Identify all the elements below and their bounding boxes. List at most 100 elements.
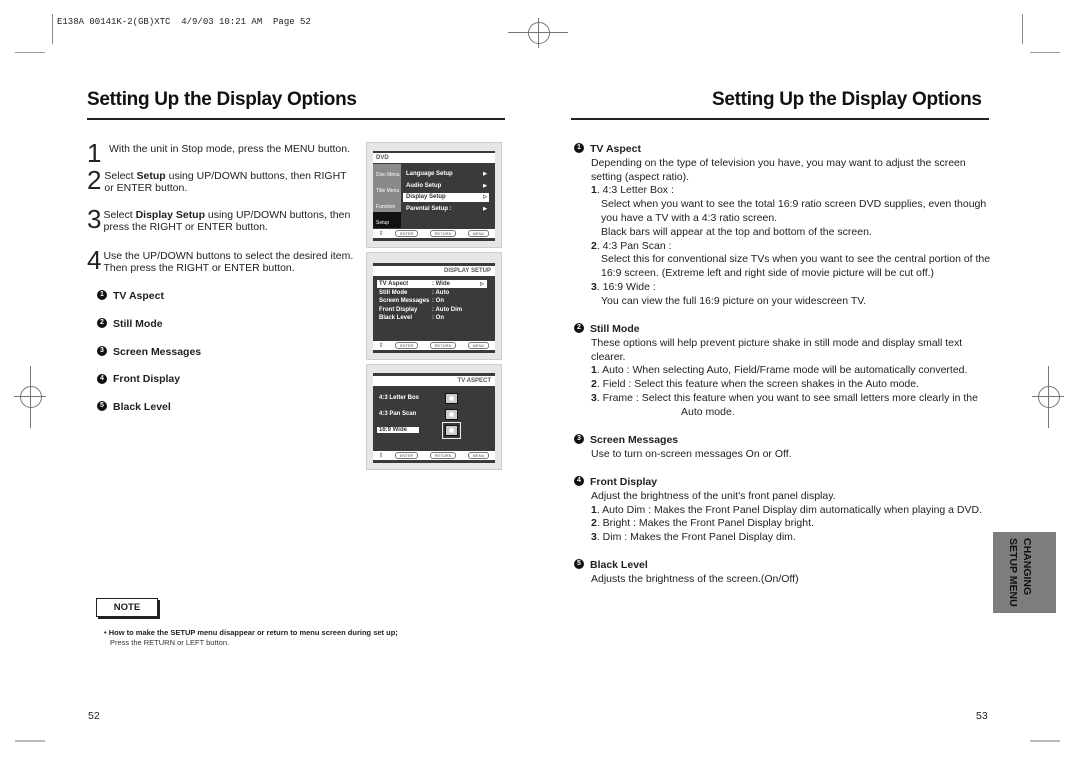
- number-marker-icon: 3: [97, 345, 107, 356]
- line-text: Depending on the type of television you …: [591, 156, 966, 169]
- step-text-part: Select: [104, 170, 137, 182]
- section-black-level: 5 Black Level Adjusts the brightness of th…: [574, 559, 974, 587]
- step-item: 2 Select Setup using UP/DOWN buttons, the…: [87, 165, 357, 195]
- step-item: 4 Use the UP/DOWN buttons to select the d…: [87, 245, 357, 275]
- line-text: . Auto Dim : Makes the Front Panel Displ…: [596, 503, 983, 516]
- screen-aspect-option: 4:3 Letter Box: [377, 393, 487, 404]
- step-number: 4: [87, 245, 102, 275]
- section-heading: 2 Still Mode: [574, 323, 974, 337]
- step-text: Use the UP/DOWN buttons to select the de…: [103, 250, 357, 274]
- crop-mark: [15, 52, 45, 53]
- line-text: Black bars will appear at the top and bo…: [601, 225, 872, 238]
- section-line: 2. Field : Select this feature when the …: [574, 378, 974, 392]
- registration-mark-icon: [1032, 366, 1064, 428]
- section-line: 16:9 screen. (Extreme left and right sid…: [574, 267, 974, 281]
- print-header: E138A 00141K-2(GB)XTC 4/9/03 10:21 AM Pa…: [57, 17, 311, 27]
- screen-tab-title-menu: Title Menu: [373, 180, 401, 196]
- screen-button-enter: ENTER: [394, 230, 419, 237]
- item-still-mode: 2 Still Mode: [97, 318, 163, 330]
- screen-display-setup: DISPLAY SETUP TV Aspect: Wide ▷ Still Mode…: [366, 252, 502, 360]
- section-line: setting (aspect ratio).: [574, 171, 974, 185]
- section-line: 3. Dim : Makes the Front Panel Display d…: [574, 531, 974, 545]
- screen-menu-item: Display Setup ▷: [403, 193, 489, 202]
- line-text: . 4:3 Pan Scan :: [596, 239, 672, 252]
- line-text: setting (aspect ratio).: [591, 170, 690, 183]
- note-label: NOTE: [96, 598, 158, 617]
- screen-button-menu: MENU: [467, 342, 490, 349]
- registration-mark-icon: [14, 366, 46, 428]
- line-text: Select this for conventional size TVs wh…: [601, 253, 991, 266]
- screen-button-bar: ⇕ ENTER RETURN MENU: [373, 341, 495, 350]
- radio-button-icon: [445, 393, 458, 404]
- number-marker-icon: 3: [574, 434, 584, 445]
- line-text: These options will help prevent picture …: [591, 336, 963, 349]
- screen-setting-value: : Wide: [432, 281, 450, 287]
- radio-button-icon: [445, 409, 458, 420]
- section-front-display: 4 Front Display Adjust the brightness of t…: [574, 476, 982, 545]
- section-line: 1. 4:3 Letter Box :: [574, 184, 974, 198]
- nav-arrows-icon: ⇕: [378, 343, 384, 349]
- section-line: you have a TV with a 4:3 ratio screen.: [574, 212, 974, 226]
- screen-setting-label: TV Aspect: [379, 281, 409, 287]
- section-line: 2. 4:3 Pan Scan :: [574, 240, 974, 254]
- nav-arrows-icon: ⇕: [378, 453, 384, 459]
- line-text: you have a TV with a 4:3 ratio screen.: [601, 211, 778, 224]
- screen-setting-value: : Auto Dim: [432, 306, 463, 313]
- item-front-display: 4 Front Display: [97, 373, 180, 385]
- screen-button-bar: ⇕ ENTER RETURN MENU: [373, 229, 495, 238]
- screen-button-menu: MENU: [467, 230, 490, 237]
- screen-menu-label: Language Setup: [406, 171, 453, 177]
- number-marker-icon: 2: [574, 323, 584, 334]
- screen-menu-label: Parental Setup :: [406, 205, 452, 212]
- number-marker-icon: 5: [574, 559, 584, 570]
- section-heading-text: Still Mode: [590, 323, 640, 335]
- section-line: Select this for conventional size TVs wh…: [574, 253, 990, 267]
- step-number: 1: [87, 138, 102, 168]
- section-line: 3. Frame : Select this feature when you …: [574, 392, 978, 406]
- page-title-right: Setting Up the Display Options: [712, 89, 982, 110]
- section-line: Select when you want to see the total 16…: [574, 198, 986, 212]
- screen-setting-label: Screen Messages: [379, 298, 430, 305]
- line-text: You can view the full 16:9 picture on yo…: [601, 294, 867, 307]
- screen-setting-value: : On: [432, 298, 444, 305]
- screen-setting-value: : Auto: [432, 289, 450, 296]
- screen-button-menu: MENU: [467, 452, 490, 459]
- section-line: You can view the full 16:9 picture on yo…: [574, 295, 974, 309]
- page-number-right: 53: [976, 710, 988, 722]
- screen-aspect-option: 4:3 Pan Scan: [377, 409, 487, 420]
- line-text: 16:9 screen. (Extreme left and right sid…: [601, 267, 935, 280]
- line-text: Adjust the brightness of the unit's fron…: [591, 489, 836, 502]
- radio-button-icon: [442, 422, 461, 439]
- line-text: . 4:3 Letter Box :: [596, 184, 674, 197]
- side-tab-line2: SETUP MENU: [1007, 538, 1019, 607]
- screen-menu-label: Audio Setup: [406, 182, 442, 189]
- section-line: These options will help prevent picture …: [574, 337, 974, 351]
- screen-aspect-option: 16:9 Wide: [377, 422, 487, 439]
- screen-tv-aspect: TV ASPECT 4:3 Letter Box 4:3 Pan Scan 16:9…: [366, 364, 502, 470]
- number-marker-icon: 1: [574, 143, 584, 154]
- step-text: With the unit in Stop mode, press the ME…: [109, 143, 350, 155]
- screen-menu-item: Language Setup ▶: [403, 170, 489, 179]
- screen-header: TV ASPECT: [373, 376, 495, 386]
- line-text: . Dim : Makes the Front Panel Display di…: [596, 531, 796, 544]
- arrow-right-icon: ▶: [483, 205, 487, 212]
- title-rule: [571, 118, 989, 120]
- number-marker-icon: 2: [97, 318, 107, 329]
- step-number: 2: [87, 165, 102, 195]
- screen-setting-row: Black Level: On: [377, 314, 487, 322]
- screen-header: DISPLAY SETUP: [373, 266, 495, 276]
- screen-setting-row: Still Mode: Auto: [377, 289, 487, 297]
- crop-mark: [1030, 52, 1060, 53]
- screen-setting-row: Screen Messages: On: [377, 297, 487, 305]
- screen-tab-setup: Setup: [373, 212, 401, 228]
- section-line: Use to turn on-screen messages On or Off…: [574, 448, 974, 462]
- arrow-right-icon: ▶: [483, 182, 487, 189]
- screen-header: DVD: [373, 153, 495, 163]
- screen-menu-item: Parental Setup : ▶: [403, 205, 489, 214]
- line-text: . Bright : Makes the Front Panel Display…: [596, 517, 814, 530]
- section-line: clearer.: [574, 351, 974, 365]
- section-heading-text: TV Aspect: [590, 143, 641, 155]
- line-text: Auto mode.: [681, 405, 735, 418]
- section-line: Black bars will appear at the top and bo…: [574, 226, 974, 240]
- item-tv-aspect: 1 TV Aspect: [97, 290, 164, 302]
